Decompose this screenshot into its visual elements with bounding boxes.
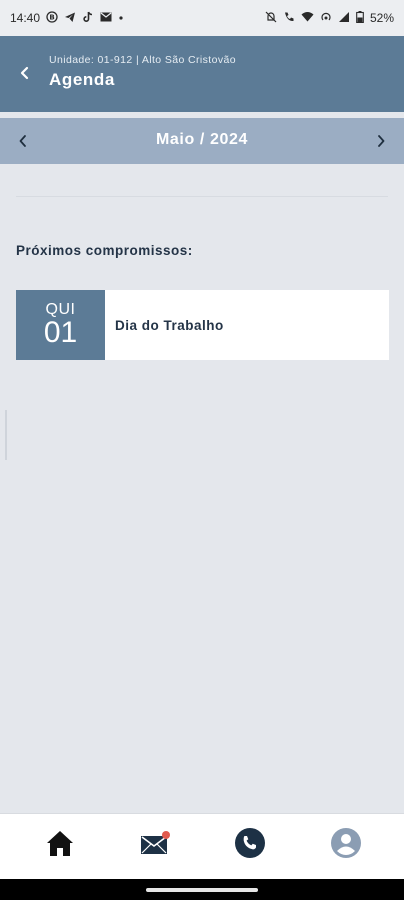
section-title: Próximos compromissos: [16,243,193,258]
app-header: Unidade: 01-912 | Alto São Cristovão Age… [0,36,404,112]
event-title: Dia do Trabalho [115,317,224,333]
event-date-badge: QUI 01 [16,290,105,360]
bottom-navigation [0,813,404,879]
battery-icon [356,10,364,26]
profile-icon [331,828,361,858]
nav-messages-button[interactable] [138,826,172,860]
event-card[interactable]: QUI 01 Dia do Trabalho [16,290,389,360]
status-bar: 14:40 B 52% [0,0,404,36]
status-left: 14:40 B [10,10,124,26]
mute-icon [265,11,277,26]
system-gesture-bar [0,879,404,900]
divider [16,196,388,197]
home-icon [47,831,73,856]
status-time: 14:40 [10,11,41,25]
page-title: Agenda [49,70,115,89]
dot-icon [118,13,124,24]
month-label: Maio / 2024 [156,131,248,148]
mail-icon [141,831,170,854]
nav-home-button[interactable] [43,826,77,860]
chevron-left-icon [20,66,29,80]
telegram-icon [64,11,76,26]
b-circle-icon: B [46,10,58,26]
header-subtitle: Unidade: 01-912 | Alto São Cristovão [49,54,236,66]
phone-icon [235,828,265,858]
edge-handle [5,410,7,460]
call-icon [283,11,295,26]
nav-phone-button[interactable] [233,826,267,860]
mail-icon [100,12,112,25]
next-month-button[interactable] [370,130,392,152]
status-right: 52% [265,10,394,26]
battery-percent: 52% [369,11,394,25]
nav-profile-button[interactable] [329,826,363,860]
svg-text:B: B [49,13,54,21]
month-navigation: Maio / 2024 [0,118,404,164]
event-day: 01 [43,316,78,349]
chevron-right-icon [378,135,385,147]
home-gesture-pill[interactable] [146,888,258,892]
wifi-icon [301,11,314,25]
back-button[interactable] [14,62,36,84]
signal-icon [338,11,350,26]
hotspot-icon [320,11,332,26]
tiktok-icon [82,11,94,26]
